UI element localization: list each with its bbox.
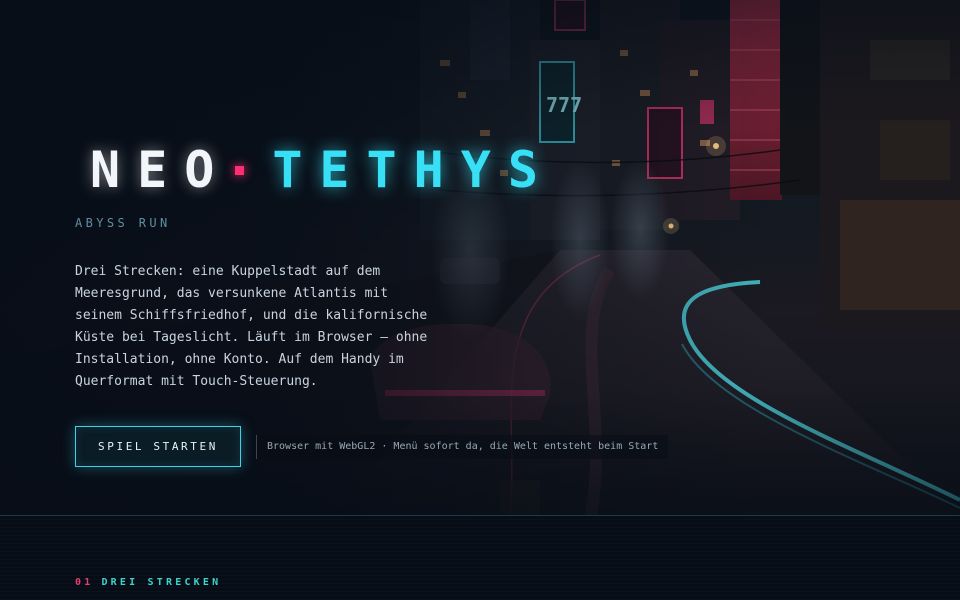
title-separator-dot (235, 166, 245, 175)
browser-requirements-note: Browser mit WebGL2 · Menü sofort da, die… (256, 435, 669, 459)
game-title: NEO TETHYS (90, 138, 555, 202)
start-game-button[interactable]: SPIEL STARTEN (75, 426, 241, 467)
section-heading: 01 DREI STRECKEN (75, 577, 221, 588)
game-description: Drei Strecken: eine Kuppelstadt auf dem … (75, 264, 428, 389)
title-part-tethys: TETHYS (272, 141, 555, 199)
section-title: DREI STRECKEN (101, 577, 222, 588)
game-subtitle: ABYSS RUN (75, 216, 171, 230)
title-part-neo: NEO (90, 141, 232, 199)
section-number: 01 (75, 577, 94, 588)
landing-page: 777 (0, 0, 960, 600)
